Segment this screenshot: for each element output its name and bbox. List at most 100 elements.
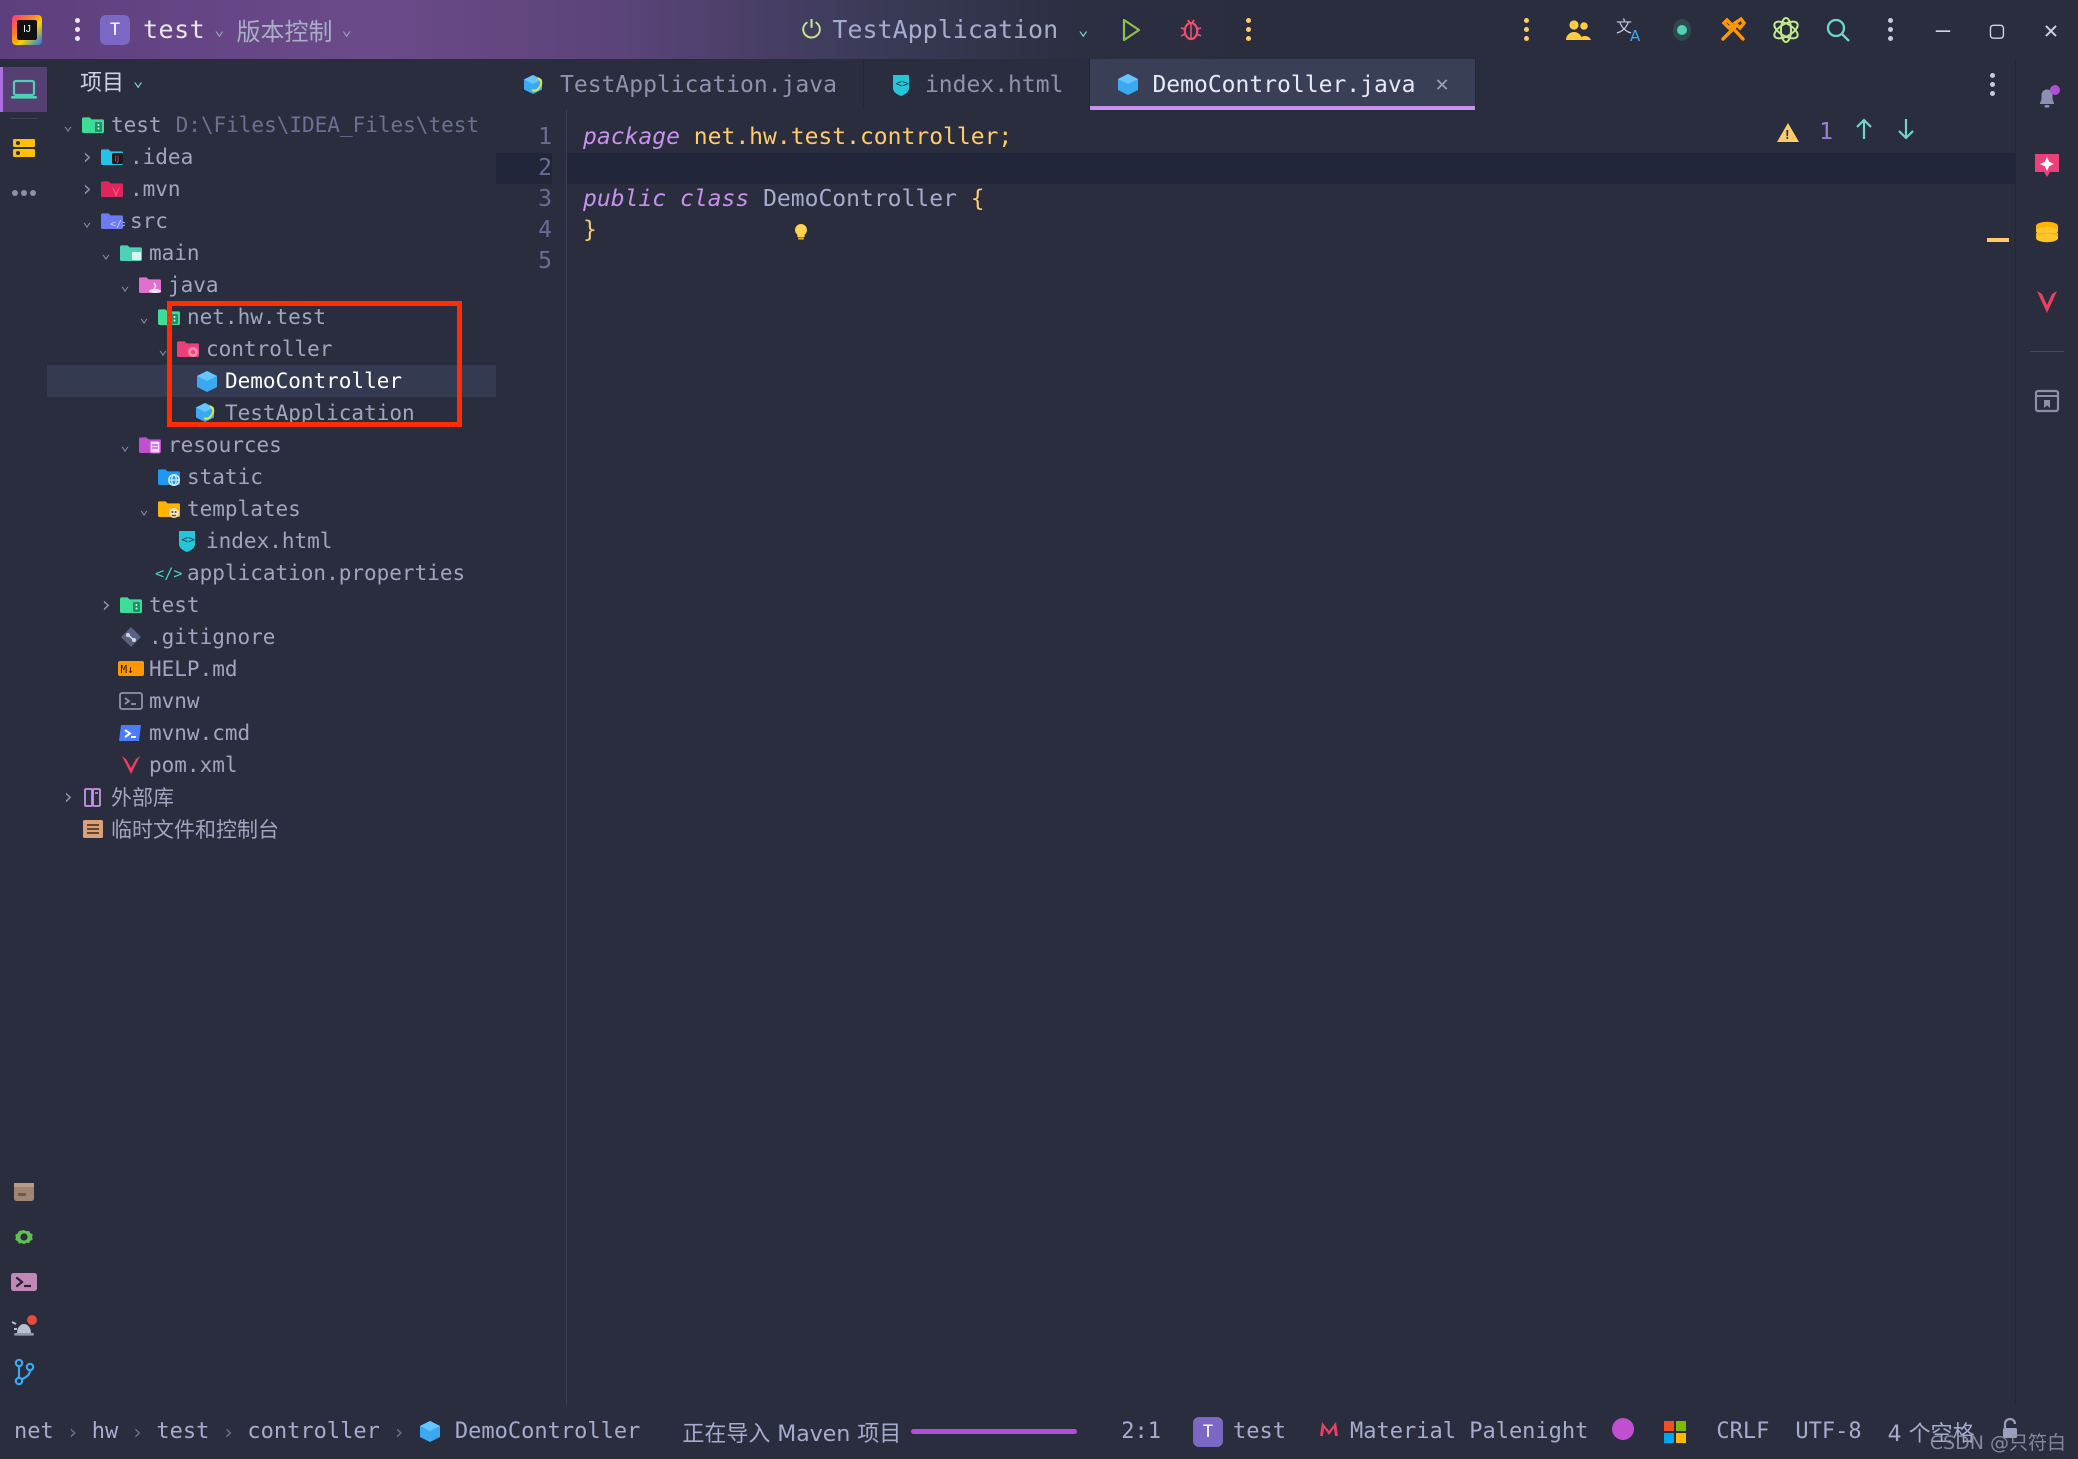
tree-node--idea[interactable]: › IJ .idea bbox=[47, 141, 496, 173]
line-number[interactable]: 2 bbox=[496, 153, 552, 184]
tree-node-templates[interactable]: ⌄ templates bbox=[47, 493, 496, 525]
run-config-chevron-down-icon[interactable]: ⌄ bbox=[1078, 20, 1088, 40]
chevron-down-icon[interactable]: ⌄ bbox=[76, 212, 98, 230]
encoding-widget[interactable]: UTF-8 bbox=[1795, 1419, 1861, 1444]
breadcrumb-item[interactable]: controller bbox=[247, 1419, 379, 1444]
services-tool-window-icon[interactable] bbox=[0, 125, 47, 170]
editor-marker-bar[interactable] bbox=[1987, 110, 2015, 1404]
tree-node--[interactable]: 临时文件和控制台 bbox=[47, 813, 496, 845]
tree-node-test[interactable]: ⌄ test D:\Files\IDEA_Files\test bbox=[47, 109, 496, 141]
tree-node-test[interactable]: › test bbox=[47, 589, 496, 621]
windows-logo-widget[interactable] bbox=[1664, 1420, 1687, 1443]
build-tool-window-icon[interactable] bbox=[0, 1169, 47, 1214]
chevron-down-icon[interactable]: ⌄ bbox=[114, 436, 136, 454]
inspection-widget[interactable]: 1 bbox=[1777, 116, 1917, 148]
chevron-down-icon[interactable]: ⌄ bbox=[133, 308, 155, 326]
caret-position-widget[interactable]: 2:1 bbox=[1121, 1419, 1161, 1444]
vcs-widget-label[interactable]: 版本控制 bbox=[236, 12, 332, 47]
settings-kebab-icon[interactable] bbox=[1500, 0, 1552, 59]
database-icon[interactable] bbox=[2024, 211, 2070, 257]
tree-node-main[interactable]: ⌄ main bbox=[47, 237, 496, 269]
tree-node-net-hw-test[interactable]: ⌄ net.hw.test bbox=[47, 301, 496, 333]
project-tool-window-icon[interactable] bbox=[0, 67, 47, 112]
chevron-right-icon[interactable]: › bbox=[76, 177, 98, 202]
code-with-me-icon[interactable] bbox=[1552, 0, 1604, 59]
code-content[interactable]: package net.hw.test.controller; public c… bbox=[567, 110, 2015, 1404]
editor-tabs-kebab-icon[interactable] bbox=[1970, 59, 2015, 110]
tree-node-index-html[interactable]: <> index.html bbox=[47, 525, 496, 557]
ai-assistant-icon[interactable] bbox=[2024, 143, 2070, 189]
run-icon[interactable] bbox=[1100, 16, 1162, 44]
breadcrumb-item[interactable]: hw bbox=[92, 1419, 119, 1444]
chevron-right-icon[interactable]: › bbox=[57, 785, 79, 810]
tree-node-application-properties[interactable]: </> application.properties bbox=[47, 557, 496, 589]
intention-bulb-icon[interactable] bbox=[597, 189, 807, 240]
version-control-branch-icon[interactable] bbox=[0, 1349, 47, 1394]
tools-icon[interactable] bbox=[1708, 0, 1760, 59]
chevron-right-icon[interactable]: › bbox=[95, 593, 117, 618]
more-tool-windows-icon[interactable] bbox=[0, 170, 47, 215]
search-everywhere-icon[interactable] bbox=[1812, 0, 1864, 59]
project-chevron-down-icon[interactable]: ⌄ bbox=[214, 20, 224, 40]
more-actions-kebab-icon[interactable] bbox=[1220, 18, 1276, 41]
terminal-tool-window-icon[interactable] bbox=[0, 1259, 47, 1304]
main-menu-kebab-icon[interactable] bbox=[54, 0, 100, 59]
notifications-bell-icon[interactable] bbox=[2024, 75, 2070, 121]
previous-highlight-icon[interactable] bbox=[1853, 116, 1875, 148]
project-widget[interactable]: T test bbox=[1193, 1416, 1286, 1447]
window-minimize-button[interactable]: – bbox=[1916, 0, 1970, 59]
project-view-chevron-down-icon[interactable]: ⌄ bbox=[133, 71, 143, 91]
settings-sync-gear-icon[interactable] bbox=[0, 1214, 47, 1259]
window-close-button[interactable]: ✕ bbox=[2024, 0, 2078, 59]
atom-plugin-icon[interactable] bbox=[1760, 0, 1812, 59]
warning-marker[interactable] bbox=[1987, 238, 2009, 242]
tree-node--gitignore[interactable]: .gitignore bbox=[47, 621, 496, 653]
tree-node-democontroller[interactable]: DemoController bbox=[47, 365, 496, 397]
project-name-label[interactable]: test bbox=[143, 15, 205, 44]
chevron-down-icon[interactable]: ⌄ bbox=[95, 244, 117, 262]
line-number[interactable]: 4 bbox=[496, 215, 552, 246]
chevron-down-icon[interactable]: ⌄ bbox=[152, 340, 174, 358]
tree-node--mvn[interactable]: › .mvn bbox=[47, 173, 496, 205]
line-separator-widget[interactable]: CRLF bbox=[1716, 1419, 1769, 1444]
breadcrumb-item[interactable]: net bbox=[14, 1419, 54, 1444]
line-number[interactable]: 1 bbox=[496, 122, 552, 153]
maven-tool-window-icon[interactable] bbox=[2024, 279, 2070, 325]
tree-node-help-md[interactable]: M↓ HELP.md bbox=[47, 653, 496, 685]
tree-node-java[interactable]: ⌄ java bbox=[47, 269, 496, 301]
editor-tab-index-html[interactable]: <> index.html bbox=[864, 59, 1091, 110]
project-panel-header[interactable]: 项目 ⌄ bbox=[47, 59, 496, 103]
editor-tab-democontroller-java[interactable]: DemoController.java ✕ bbox=[1090, 59, 1476, 110]
line-number-gutter[interactable]: 12345 bbox=[496, 110, 567, 1404]
chevron-down-icon[interactable]: ⌄ bbox=[57, 116, 79, 134]
tree-node-static[interactable]: static bbox=[47, 461, 496, 493]
code-editor[interactable]: 12345 package net.hw.test.controller; pu… bbox=[496, 110, 2015, 1404]
project-file-tree[interactable]: ⌄ test D:\Files\IDEA_Files\test › IJ .idea › .m… bbox=[47, 103, 496, 1404]
chevron-down-icon[interactable]: ⌄ bbox=[114, 276, 136, 294]
debug-bug-icon[interactable] bbox=[1162, 16, 1220, 44]
tree-node-resources[interactable]: ⌄ resources bbox=[47, 429, 496, 461]
vcs-chevron-down-icon[interactable]: ⌄ bbox=[341, 20, 351, 40]
translate-icon[interactable]: 文 A bbox=[1604, 0, 1656, 59]
chevron-down-icon[interactable]: ⌄ bbox=[133, 500, 155, 518]
close-tab-icon[interactable]: ✕ bbox=[1436, 72, 1449, 97]
tree-node-mvnw[interactable]: mvnw bbox=[47, 685, 496, 717]
next-highlight-icon[interactable] bbox=[1895, 116, 1917, 148]
tree-node-testapplication[interactable]: TestApplication bbox=[47, 397, 496, 429]
background-task-widget[interactable]: 正在导入 Maven 项目 bbox=[682, 1416, 1078, 1448]
titlebar-overflow-kebab-icon[interactable] bbox=[1864, 0, 1916, 59]
problems-alarm-icon[interactable] bbox=[0, 1304, 47, 1349]
window-maximize-button[interactable]: ▢ bbox=[1970, 0, 2024, 59]
tree-node--[interactable]: › 外部库 bbox=[47, 781, 496, 813]
tree-node-src[interactable]: ⌄ </> src bbox=[47, 205, 496, 237]
tree-node-controller[interactable]: ⌄ controller bbox=[47, 333, 496, 365]
tree-node-mvnw-cmd[interactable]: mvnw.cmd bbox=[47, 717, 496, 749]
run-configuration-selector[interactable]: ⏻ TestApplication ⌄ bbox=[802, 15, 1101, 45]
line-number[interactable]: 5 bbox=[496, 246, 552, 277]
accent-color-widget[interactable] bbox=[1610, 1416, 1636, 1448]
theme-widget[interactable]: Material Palenight bbox=[1318, 1418, 1588, 1446]
tree-node-pom-xml[interactable]: pom.xml bbox=[47, 749, 496, 781]
breadcrumb-item[interactable]: DemoController bbox=[455, 1419, 640, 1444]
bookmarks-icon[interactable] bbox=[2024, 378, 2070, 424]
breadcrumb[interactable]: net › hw › test › controller › DemoController bbox=[14, 1419, 640, 1444]
